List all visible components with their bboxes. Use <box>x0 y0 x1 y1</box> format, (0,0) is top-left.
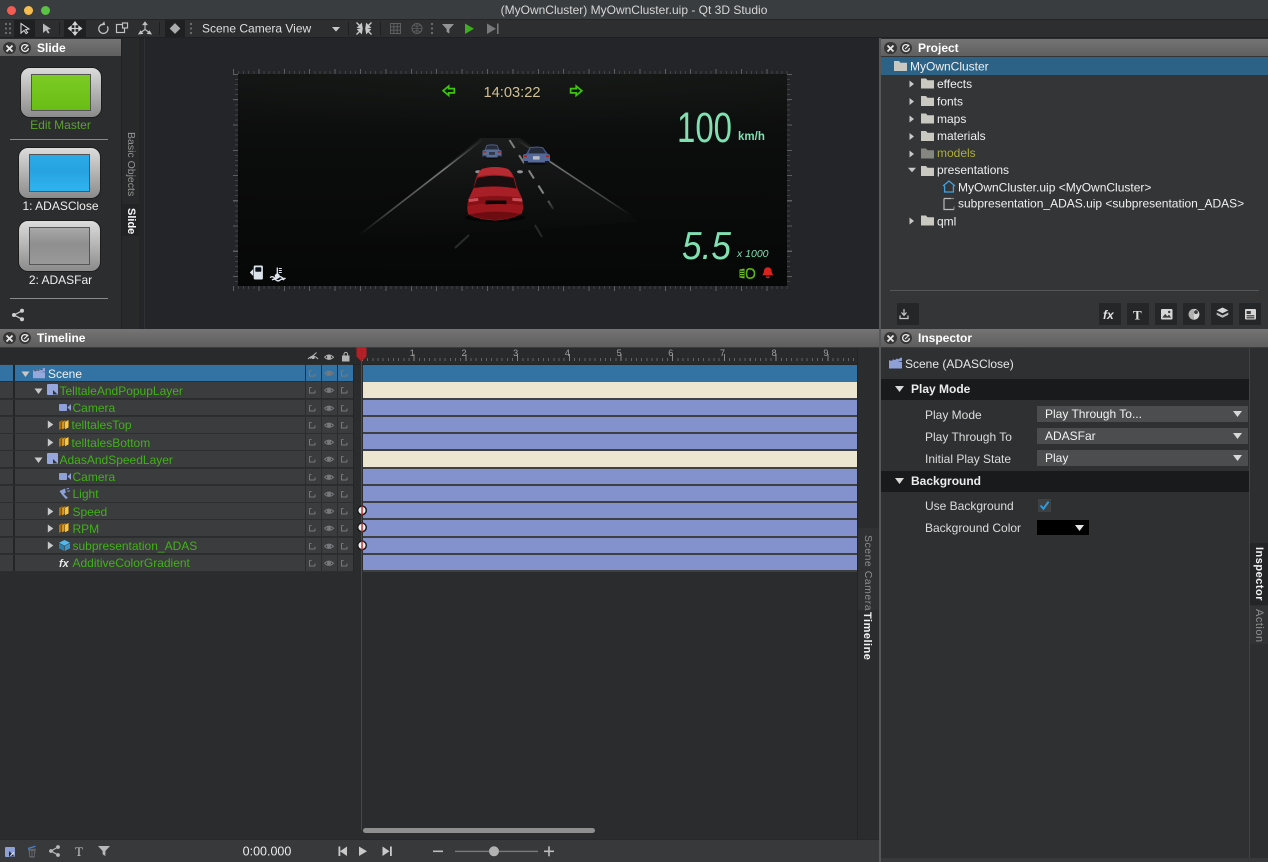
svg-text:qml: qml <box>937 215 956 229</box>
svg-text:MyOwnCluster.uip <MyOwnCluster: MyOwnCluster.uip <MyOwnCluster> <box>958 181 1151 195</box>
svg-text:fx: fx <box>1103 308 1115 322</box>
svg-text:MyOwnCluster: MyOwnCluster <box>910 60 989 74</box>
svg-text:5.5: 5.5 <box>682 225 731 268</box>
svg-text:fx: fx <box>59 558 70 570</box>
svg-text:100: 100 <box>677 104 732 152</box>
svg-text:14:03:22: 14:03:22 <box>484 85 541 101</box>
svg-text:presentations: presentations <box>937 163 1009 177</box>
svg-text:subpresentation_ADAS.uip <subp: subpresentation_ADAS.uip <subpresentatio… <box>958 197 1244 211</box>
svg-text:T: T <box>1133 308 1142 323</box>
svg-text:models: models <box>937 146 976 160</box>
svg-text:0:00.000: 0:00.000 <box>243 845 292 859</box>
svg-text:maps: maps <box>937 112 966 126</box>
svg-text:effects: effects <box>937 77 972 91</box>
svg-text:materials: materials <box>937 129 986 143</box>
svg-text:x 1000: x 1000 <box>736 248 769 260</box>
svg-text:T: T <box>75 844 83 859</box>
svg-text:Scene Camera View: Scene Camera View <box>202 22 312 36</box>
svg-text:km/h: km/h <box>738 131 765 143</box>
svg-text:fonts: fonts <box>937 95 963 109</box>
